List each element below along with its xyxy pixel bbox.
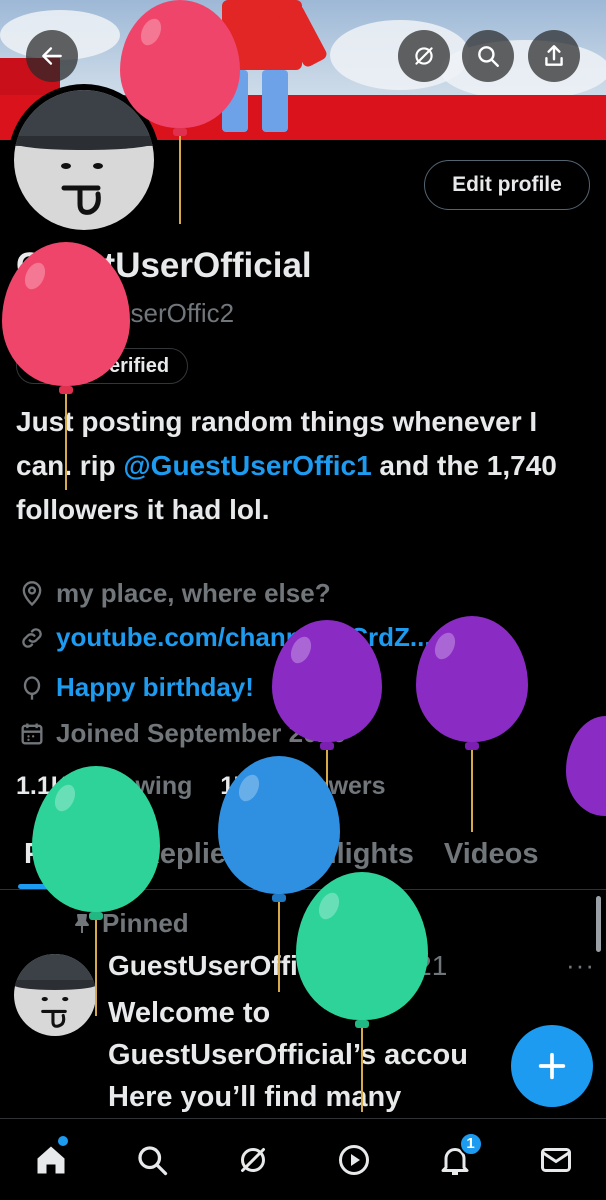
grok-icon	[415, 47, 433, 65]
mail-icon	[540, 1147, 571, 1172]
play-icon	[338, 1144, 369, 1175]
nav-grok[interactable]	[223, 1130, 283, 1190]
bio-mention-link[interactable]: @GuestUserOffic1	[123, 450, 371, 481]
nav-video[interactable]	[324, 1130, 384, 1190]
edit-profile-button[interactable]: Edit profile	[424, 160, 590, 210]
tab-videos[interactable]: Videos	[414, 830, 539, 889]
scrollbar[interactable]	[596, 896, 601, 952]
location-pin-icon	[22, 580, 42, 606]
nav-home[interactable]	[21, 1130, 81, 1190]
birthday-text: Happy birthday!	[56, 672, 254, 702]
share-icon	[545, 45, 563, 66]
plus-icon	[538, 1052, 566, 1080]
arrow-left-icon	[42, 47, 62, 65]
location-row: my place, where else?	[18, 578, 331, 609]
nav-notifications[interactable]: 1	[425, 1130, 485, 1190]
location-text: my place, where else?	[56, 578, 331, 608]
home-unread-dot	[57, 1135, 68, 1146]
search-icon	[478, 46, 499, 67]
nav-search[interactable]	[122, 1130, 182, 1190]
balloon-icon	[23, 675, 41, 700]
bottom-navigation: 1	[0, 1118, 606, 1200]
calendar-icon	[21, 723, 43, 744]
compose-button[interactable]	[511, 1025, 593, 1107]
share-button[interactable]	[528, 30, 580, 82]
back-button[interactable]	[26, 30, 78, 82]
search-button[interactable]	[462, 30, 514, 82]
birthday-balloon	[416, 616, 528, 832]
birthday-balloon	[120, 0, 240, 225]
grok-button[interactable]	[398, 30, 450, 82]
birthday-balloon	[32, 766, 160, 1016]
birthday-balloon	[296, 872, 428, 1112]
home-icon	[37, 1146, 64, 1173]
tweet-more-button[interactable]: ···	[566, 950, 595, 981]
birthday-balloon	[2, 242, 130, 490]
search-icon	[137, 1145, 167, 1175]
notification-count-badge: 1	[458, 1131, 483, 1156]
birthday-balloon	[566, 716, 606, 836]
nav-messages[interactable]	[526, 1130, 586, 1190]
grok-icon	[240, 1147, 265, 1172]
birthday-row: Happy birthday!	[18, 672, 254, 703]
link-icon	[22, 627, 42, 648]
